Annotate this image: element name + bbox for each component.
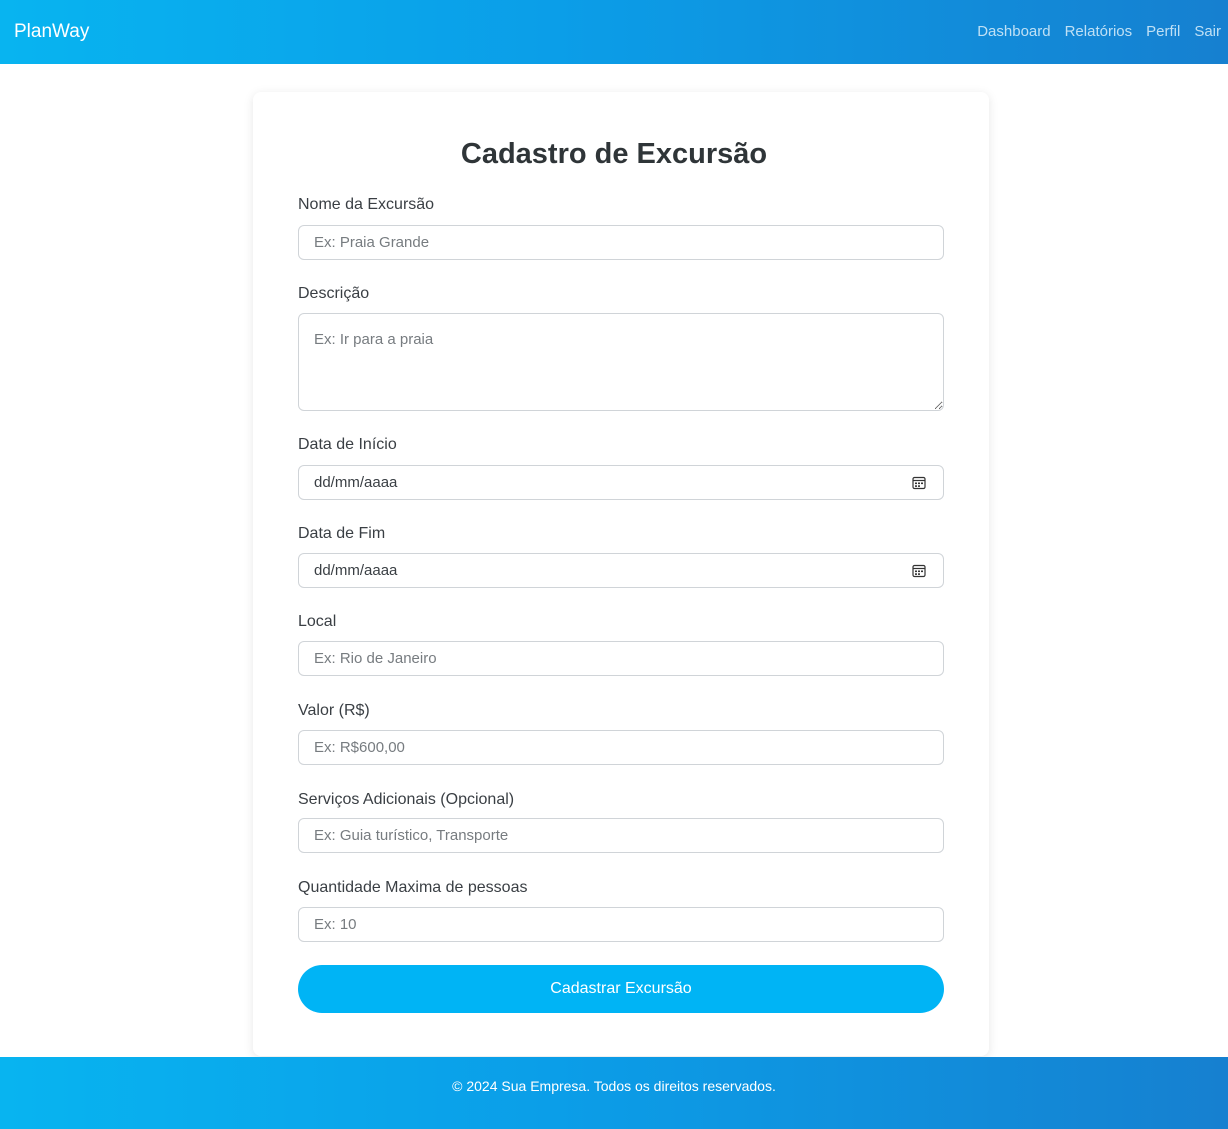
main-nav: Dashboard Relatórios Perfil Sair <box>977 22 1221 42</box>
price-input[interactable] <box>298 730 944 765</box>
max-people-input[interactable] <box>298 907 944 942</box>
nav-sair[interactable]: Sair <box>1194 22 1221 42</box>
brand-logo[interactable]: PlanWay <box>14 20 89 44</box>
excursion-name-input[interactable] <box>298 225 944 260</box>
price-label: Valor (R$) <box>298 702 370 719</box>
nav-perfil[interactable]: Perfil <box>1146 22 1180 42</box>
location-label: Local <box>298 613 337 630</box>
extra-services-label: Serviços Adicionais (Opcional) <box>298 791 515 808</box>
end-date-input[interactable]: dd/mm/aaaa <box>298 553 944 588</box>
calendar-icon[interactable] <box>912 476 926 490</box>
nav-dashboard[interactable]: Dashboard <box>977 22 1050 42</box>
footer-copyright: © 2024 Sua Empresa. Todos os direitos re… <box>452 1078 776 1094</box>
max-people-label: Quantidade Maxima de pessoas <box>298 879 528 896</box>
end-date-label: Data de Fim <box>298 525 386 542</box>
end-date-value: dd/mm/aaaa <box>314 562 398 579</box>
start-date-input[interactable]: dd/mm/aaaa <box>298 465 944 500</box>
extra-services-input[interactable] <box>298 818 944 853</box>
nav-relatorios[interactable]: Relatórios <box>1065 22 1133 42</box>
description-textarea[interactable] <box>298 313 944 411</box>
location-input[interactable] <box>298 641 944 676</box>
description-label: Descrição <box>298 285 370 302</box>
top-navbar: PlanWay Dashboard Relatórios Perfil Sair <box>0 0 1228 64</box>
start-date-label: Data de Início <box>298 436 397 453</box>
start-date-value: dd/mm/aaaa <box>314 474 398 491</box>
page-title: Cadastro de Excursão <box>460 138 768 170</box>
submit-excursion-button[interactable]: Cadastrar Excursão <box>298 965 944 1013</box>
calendar-icon[interactable] <box>912 564 926 578</box>
page-footer: © 2024 Sua Empresa. Todos os direitos re… <box>0 1057 1228 1129</box>
name-label: Nome da Excursão <box>298 196 435 213</box>
